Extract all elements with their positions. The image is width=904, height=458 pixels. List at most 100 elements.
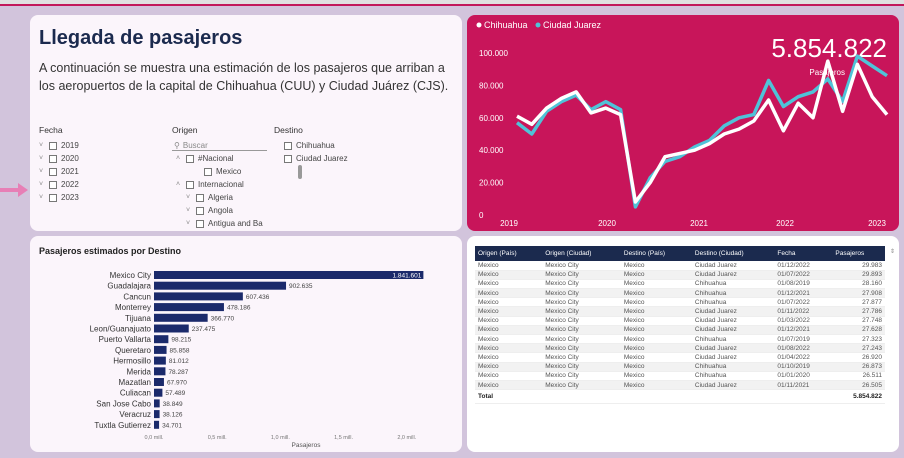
checkbox[interactable]: [186, 180, 194, 189]
page-description: A continuación se muestra una estimación…: [39, 61, 449, 93]
table-cell: Mexico: [475, 261, 543, 271]
origen-scrollbar[interactable]: [298, 165, 302, 179]
table-row[interactable]: Mexico Mexico City Mexico Ciudad Juarez 01/0…: [475, 270, 885, 280]
checkbox[interactable]: [49, 167, 57, 176]
fecha-item-2020[interactable]: ˅ 2020: [39, 152, 79, 165]
table-cell: 01/03/2022: [774, 316, 833, 326]
bar-data-label: 57.489: [165, 390, 185, 397]
checkbox[interactable]: [204, 167, 212, 176]
table-cell: Mexico City: [542, 297, 621, 308]
checkbox[interactable]: [196, 206, 204, 215]
bar-puerto-vallarta[interactable]: [154, 335, 169, 344]
destino-item-0[interactable]: Chihuahua: [274, 139, 348, 152]
table-cell: Ciudad Juarez: [691, 343, 775, 354]
table-cell: Ciudad Juarez: [691, 352, 775, 363]
table-row[interactable]: Mexico Mexico City Mexico Ciudad Juarez 01/1…: [475, 306, 885, 317]
column-header[interactable]: Destino (País): [620, 246, 692, 261]
checkbox[interactable]: [186, 154, 194, 163]
y-tick-label: 100.000: [479, 49, 508, 58]
column-header[interactable]: Fecha: [774, 246, 833, 261]
table-row[interactable]: Mexico Mexico City Mexico Ciudad Juarez 01/0…: [475, 316, 885, 326]
bar-guadalajara[interactable]: [154, 281, 287, 290]
table-cell: Mexico: [620, 325, 692, 336]
checkbox[interactable]: [284, 141, 292, 150]
fecha-item-2019[interactable]: ˅ 2019: [39, 139, 79, 152]
bar-san-jose-cabo[interactable]: [154, 399, 160, 408]
table-row[interactable]: Mexico Mexico City Mexico Chihuahua 01/07/20…: [475, 297, 885, 308]
table-row[interactable]: Mexico Mexico City Mexico Ciudad Juarez 01/0…: [475, 343, 885, 354]
column-header[interactable]: Origen (País): [475, 246, 543, 261]
table-row[interactable]: Mexico Mexico City Mexico Ciudad Juarez 01/1…: [475, 380, 885, 391]
bar-tijuana[interactable]: [154, 313, 208, 322]
table-row[interactable]: Mexico Mexico City Mexico Ciudad Juarez 01/1…: [475, 325, 885, 336]
checkbox[interactable]: [196, 219, 204, 228]
table-row[interactable]: Mexico Mexico City Mexico Ciudad Juarez 01/0…: [475, 352, 885, 363]
table-cell: Ciudad Juarez: [691, 270, 775, 280]
bar-queretaro[interactable]: [154, 345, 167, 354]
table-row[interactable]: Mexico Mexico City Mexico Chihuahua 01/07/20…: [475, 334, 885, 345]
origen-item-1[interactable]: Mexico: [172, 165, 267, 178]
bar-mexico-city[interactable]: [154, 271, 424, 279]
table-cell: Chihuahua: [691, 288, 775, 299]
table-cell: Mexico: [620, 343, 692, 354]
table-cell: 01/01/2020: [774, 371, 833, 381]
table-cell: 29.893: [832, 270, 885, 280]
table-cell: Mexico: [620, 306, 692, 317]
checkbox[interactable]: [196, 193, 204, 202]
column-header[interactable]: Destino (Ciudad): [691, 246, 775, 261]
fecha-item-2023[interactable]: ˅ 2023: [39, 191, 79, 204]
destino-item-1[interactable]: Ciudad Juarez: [274, 152, 348, 165]
checkbox[interactable]: [49, 193, 57, 202]
table-cell: Mexico: [475, 380, 543, 391]
checkbox[interactable]: [49, 141, 57, 150]
bar-veracruz[interactable]: [154, 410, 160, 419]
chevron-down-icon[interactable]: ˅: [39, 194, 49, 201]
x-tick-label: 2021: [690, 219, 708, 228]
line-chart: Chihuahua Ciudad Juarez 5.854.822 Pasaje…: [476, 20, 889, 228]
table-cell: Mexico: [620, 371, 692, 381]
chevron-down-icon[interactable]: ˅: [39, 155, 49, 162]
table-cell: Mexico: [475, 362, 543, 372]
table-row[interactable]: Mexico Mexico City Mexico Ciudad Juarez 01/1…: [475, 261, 885, 271]
chevron-down-icon[interactable]: ˅: [186, 194, 196, 201]
legend-marker-chihuahua: [476, 22, 482, 28]
fecha-item-2021[interactable]: ˅ 2021: [39, 165, 79, 178]
bar-mazatlan[interactable]: [154, 378, 164, 386]
chevron-down-icon[interactable]: ˅: [39, 168, 49, 175]
checkbox[interactable]: [284, 154, 292, 163]
chevron-up-icon[interactable]: ˄: [176, 181, 186, 188]
chevron-down-icon[interactable]: ˅: [39, 142, 49, 149]
chevron-up-icon[interactable]: ˄: [176, 155, 186, 162]
x-tick-label: 2019: [500, 219, 518, 228]
bar-hermosillo[interactable]: [154, 356, 166, 365]
chevron-down-icon[interactable]: ˅: [39, 181, 49, 188]
origen-item-0[interactable]: ˄ #Nacional: [172, 152, 267, 165]
top-accent-bar: [0, 0, 904, 6]
checkbox[interactable]: [49, 154, 57, 163]
bar-culiacan[interactable]: [154, 388, 163, 397]
chevron-down-icon[interactable]: ˅: [186, 207, 196, 214]
fecha-item-2022[interactable]: ˅ 2022: [39, 178, 79, 191]
bar-chart: Mexico City 1.841.601 Guadalajara 902.635 Ca…: [90, 271, 424, 449]
column-header[interactable]: Origen (Ciudad): [542, 246, 621, 261]
table-row[interactable]: Mexico Mexico City Mexico Chihuahua 01/12/20…: [475, 288, 885, 299]
checkbox[interactable]: [49, 180, 57, 189]
origen-item-3-label: Algeria: [208, 193, 233, 202]
bar-merida[interactable]: [154, 367, 166, 376]
table-row[interactable]: Mexico Mexico City Mexico Chihuahua 01/10/20…: [475, 362, 885, 372]
table-row[interactable]: Mexico Mexico City Mexico Chihuahua 01/08/20…: [475, 279, 885, 290]
origen-item-2[interactable]: ˄ Internacional: [172, 178, 267, 191]
origen-item-4[interactable]: ˅ Angola: [172, 204, 267, 217]
origen-item-3[interactable]: ˅ Algeria: [172, 191, 267, 204]
column-header[interactable]: Pasajeros: [832, 246, 885, 261]
bar-leon-guanajuato[interactable]: [154, 324, 189, 333]
bar-tuxtla-gutierrez[interactable]: [154, 420, 160, 429]
origen-item-5[interactable]: ˅ Antigua and Ba: [172, 217, 267, 230]
table-cell: Ciudad Juarez: [691, 316, 775, 326]
table-scroll-indicator[interactable]: ⇕: [890, 248, 895, 255]
bar-cancun[interactable]: [154, 292, 243, 301]
origen-search-input[interactable]: ⚲ Buscar: [172, 140, 267, 151]
table-row[interactable]: Mexico Mexico City Mexico Chihuahua 01/01/20…: [475, 371, 885, 381]
bar-monterrey[interactable]: [154, 303, 224, 312]
chevron-down-icon[interactable]: ˅: [186, 220, 196, 227]
